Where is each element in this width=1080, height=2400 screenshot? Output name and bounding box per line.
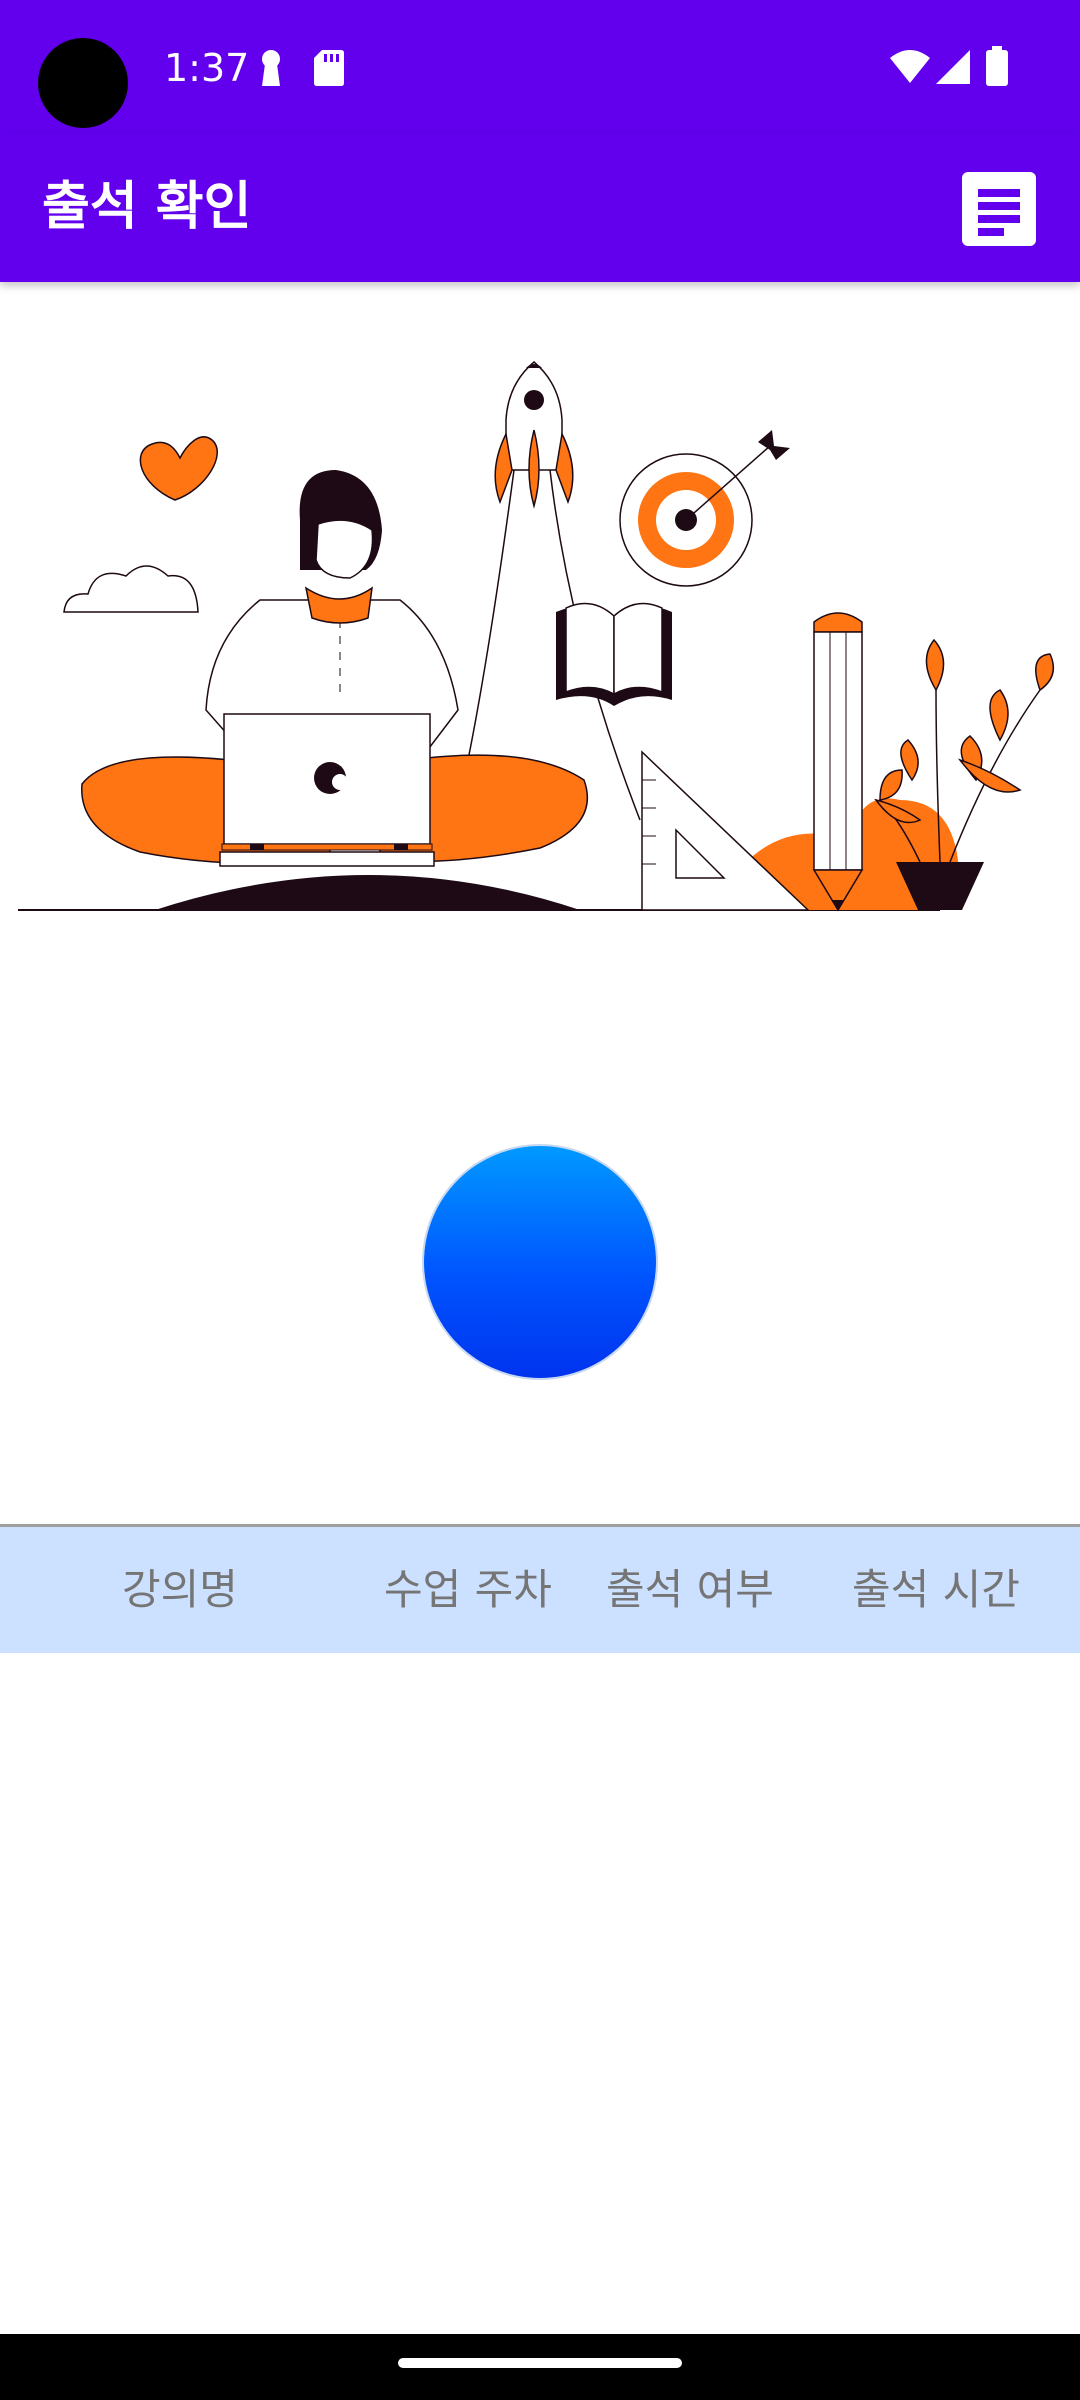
study-illustration — [18, 361, 1055, 912]
triangle-ruler-icon — [641, 750, 810, 911]
keyhole-icon — [262, 50, 280, 86]
sd-card-icon — [314, 50, 344, 86]
heart-icon — [139, 436, 218, 501]
attendance-list — [0, 1653, 1080, 2333]
navigation-bar — [0, 2334, 1080, 2400]
target-icon — [619, 430, 790, 587]
cloud-icon — [63, 565, 199, 613]
attendance-list-button[interactable] — [962, 172, 1036, 246]
status-time: 1:37 — [164, 46, 250, 90]
battery-icon — [986, 46, 1008, 86]
column-header-attendance-status: 출석 여부 — [606, 1565, 774, 1614]
book-icon — [556, 602, 672, 706]
column-header-attendance-time: 출석 시간 — [852, 1565, 1020, 1614]
column-header-class-week: 수업 주차 — [384, 1565, 552, 1614]
wifi-icon — [890, 50, 930, 83]
plant-icon — [874, 638, 1055, 910]
app-bar: 출석 확인 — [0, 134, 1080, 282]
rocket-icon — [494, 361, 574, 509]
camera-cutout — [38, 38, 128, 128]
pencil-icon — [812, 612, 864, 912]
laptop-icon — [219, 713, 435, 867]
column-header-lecture-name: 강의명 — [122, 1565, 238, 1614]
attendance-check-button[interactable] — [424, 1146, 656, 1378]
list-menu-icon — [962, 172, 1036, 246]
status-bar: 1:37 — [0, 0, 1080, 134]
home-gesture-handle[interactable] — [398, 2358, 682, 2368]
page-title: 출석 확인 — [42, 177, 252, 237]
cellular-signal-icon — [936, 50, 970, 84]
attendance-table-header: 강의명 수업 주차 출석 여부 출석 시간 — [0, 1527, 1080, 1653]
